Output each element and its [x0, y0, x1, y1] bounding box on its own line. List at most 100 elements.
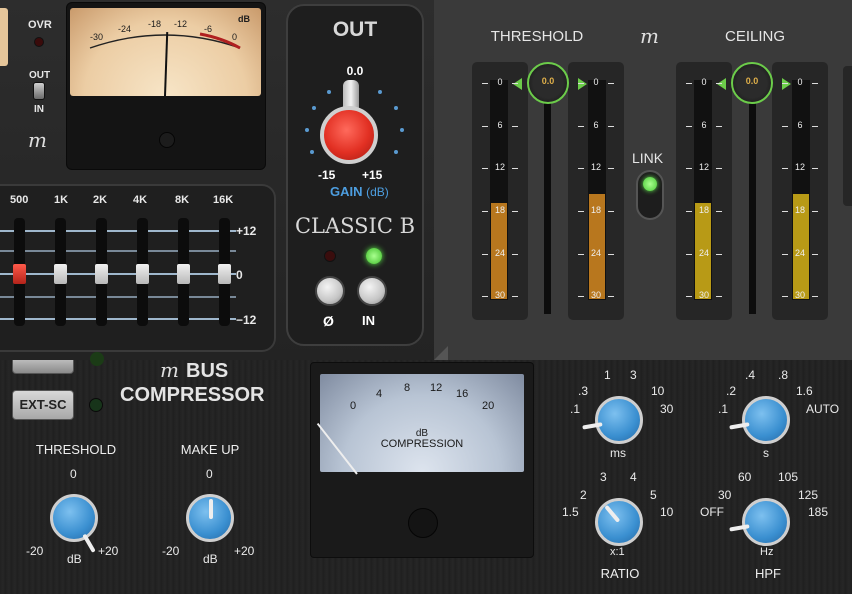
release-unit: s	[763, 446, 769, 460]
knob-scale-label: .1	[570, 402, 581, 416]
link-led	[643, 177, 657, 191]
makeup-knob[interactable]	[186, 494, 234, 542]
meter-tick	[482, 83, 488, 84]
ceiling-slider-track[interactable]	[749, 100, 756, 314]
meter-tick	[608, 211, 614, 212]
meter-tick	[608, 126, 614, 127]
ratio-knob[interactable]	[595, 498, 643, 546]
meter-tick	[782, 254, 788, 255]
threshold-slider-track[interactable]	[544, 100, 551, 314]
in-button[interactable]	[357, 276, 387, 306]
meter-tick	[812, 211, 818, 212]
ovr-label: OVR	[28, 19, 52, 31]
gain-label: GAIN (dB)	[330, 184, 389, 199]
meter-tick	[512, 254, 518, 255]
release-knob[interactable]	[729, 396, 790, 444]
phase-button[interactable]	[315, 276, 345, 306]
meter-tick	[686, 126, 692, 127]
knob-scale-label: 1	[604, 368, 611, 382]
compression-meter-face: 0 4 8 12 16 20 dB COMPRESSION	[316, 374, 524, 475]
knob-scale-label: .3	[578, 384, 589, 398]
gain-knob[interactable]	[320, 106, 378, 164]
knob-scale-label: +20	[234, 544, 255, 558]
knob-scale-label: 1.6	[796, 384, 813, 398]
meter-tick	[578, 254, 584, 255]
brand-line2: COMPRESSOR	[120, 384, 265, 406]
meter-tick	[782, 83, 788, 84]
brand-logo-icon: m	[640, 24, 659, 48]
meter-tick: 4	[376, 388, 383, 400]
knob-scale-label: 2	[580, 488, 587, 502]
out-in-switch[interactable]	[33, 82, 45, 100]
meter-tick	[512, 296, 518, 297]
brand-line1: BUS	[186, 360, 229, 382]
meter-scale-label: 6	[497, 120, 503, 130]
meter-scale-label: 0	[593, 77, 599, 87]
meter-screw-icon[interactable]	[159, 132, 175, 148]
eq-fader-handle[interactable]	[177, 264, 190, 284]
meter-scale-label: 18	[698, 205, 709, 215]
meter-tick	[686, 296, 692, 297]
meter-scale-label: 18	[494, 205, 505, 215]
gain-label-text: GAIN	[330, 184, 363, 199]
eq-band-label: 16K	[213, 194, 234, 206]
knob-scale-label: 30	[718, 488, 732, 502]
plugin-window: OVR OUT IN m dB -30 -24 -18 -12 -6 0 500…	[0, 0, 852, 594]
attack-knob[interactable]	[582, 396, 643, 444]
knob-scale-label: 105	[778, 470, 799, 484]
eq-grid-line	[0, 318, 236, 320]
eq-fader-handle[interactable]	[136, 264, 149, 284]
hpf-unit: Hz	[760, 546, 774, 558]
meter-tick	[578, 126, 584, 127]
in-button-label: IN	[362, 313, 375, 328]
mode-label: CLASSIC B	[294, 214, 416, 238]
eq-band-label: 2K	[93, 194, 108, 206]
eq-fader-handle[interactable]	[95, 264, 108, 284]
gain-max-label: +15	[362, 168, 383, 182]
eq-scale-label: −12	[236, 313, 257, 327]
knob-scale-label: 1.5	[562, 505, 579, 519]
meter-scale-label: 0	[701, 77, 707, 87]
meter-tick	[716, 211, 722, 212]
knob-scale-label: 0	[206, 467, 213, 481]
meter-tick	[578, 296, 584, 297]
comp-threshold-knob[interactable]	[50, 494, 98, 553]
knob-scale-label: 10	[651, 384, 665, 398]
comp-threshold-label: THRESHOLD	[35, 442, 117, 457]
meter-tick	[782, 211, 788, 212]
knob-pointer	[209, 499, 213, 519]
eq-grid-line	[0, 250, 236, 252]
meter-scale-label: 18	[590, 205, 601, 215]
knob-dot	[305, 128, 309, 132]
eq-fader-handle[interactable]	[218, 264, 231, 284]
meter-tick	[482, 254, 488, 255]
gain-unit-text: (dB)	[366, 185, 389, 199]
knob-scale-label: 60	[738, 470, 752, 484]
meter-screw-icon[interactable]	[408, 508, 438, 538]
eq-band-label: 1K	[54, 194, 69, 206]
eq-fader-handle[interactable]	[13, 264, 26, 284]
phase-label: Ø	[323, 313, 334, 329]
meter-scale-label: 30	[494, 290, 505, 300]
hpf-label: HPF	[755, 566, 781, 581]
meter-tick	[482, 211, 488, 212]
eq-band-label: 4K	[133, 194, 148, 206]
ceiling-value: 0.0	[745, 76, 759, 86]
meter-tick: 8	[404, 382, 411, 394]
resize-grip-icon[interactable]	[434, 346, 448, 360]
knob-scale-label: 10	[660, 505, 674, 519]
eq-fader-handle[interactable]	[54, 264, 67, 284]
eq-grid-line	[0, 273, 236, 275]
brand-logo-icon: m	[160, 358, 179, 382]
meter-tick	[812, 83, 818, 84]
knob-scale-label: 3	[630, 368, 637, 382]
cropped-button[interactable]	[12, 360, 74, 374]
meter-tick	[482, 168, 488, 169]
meter-tick: 12	[430, 382, 443, 394]
meter-tick	[512, 168, 518, 169]
hpf-knob[interactable]	[729, 498, 790, 546]
knob-dot	[400, 128, 404, 132]
meter-tick: 20	[482, 400, 495, 412]
ovr-led	[34, 37, 44, 47]
ext-sc-button[interactable]: EXT-SC	[12, 390, 74, 420]
